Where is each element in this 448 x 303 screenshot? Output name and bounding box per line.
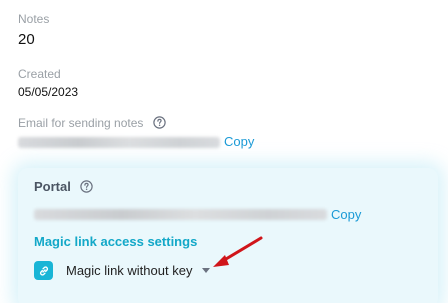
portal-copy-link[interactable]: Copy [331, 207, 361, 222]
email-address-redacted [18, 137, 220, 148]
red-arrow-annotation [213, 236, 263, 267]
help-circle-icon[interactable] [80, 180, 94, 196]
email-copy-link[interactable]: Copy [224, 134, 254, 149]
detail-panel: Notes 20 Created 05/05/2023 Email for se… [0, 0, 448, 303]
created-value: 05/05/2023 [18, 85, 79, 99]
email-label: Email for sending notes [18, 116, 166, 132]
notes-value: 20 [18, 31, 35, 48]
email-label-text: Email for sending notes [18, 116, 144, 130]
help-circle-icon[interactable] [153, 116, 166, 132]
magic-link-mode-value: Magic link without key [66, 263, 193, 278]
created-label: Created [18, 67, 61, 81]
magic-link-mode-dropdown[interactable]: Magic link without key [66, 263, 211, 278]
magic-link-settings-heading: Magic link access settings [34, 234, 198, 249]
portal-title-text: Portal [34, 179, 71, 194]
portal-url-redacted [34, 209, 327, 220]
link-icon [34, 261, 53, 280]
portal-title: Portal [34, 179, 94, 196]
notes-label: Notes [18, 12, 50, 26]
